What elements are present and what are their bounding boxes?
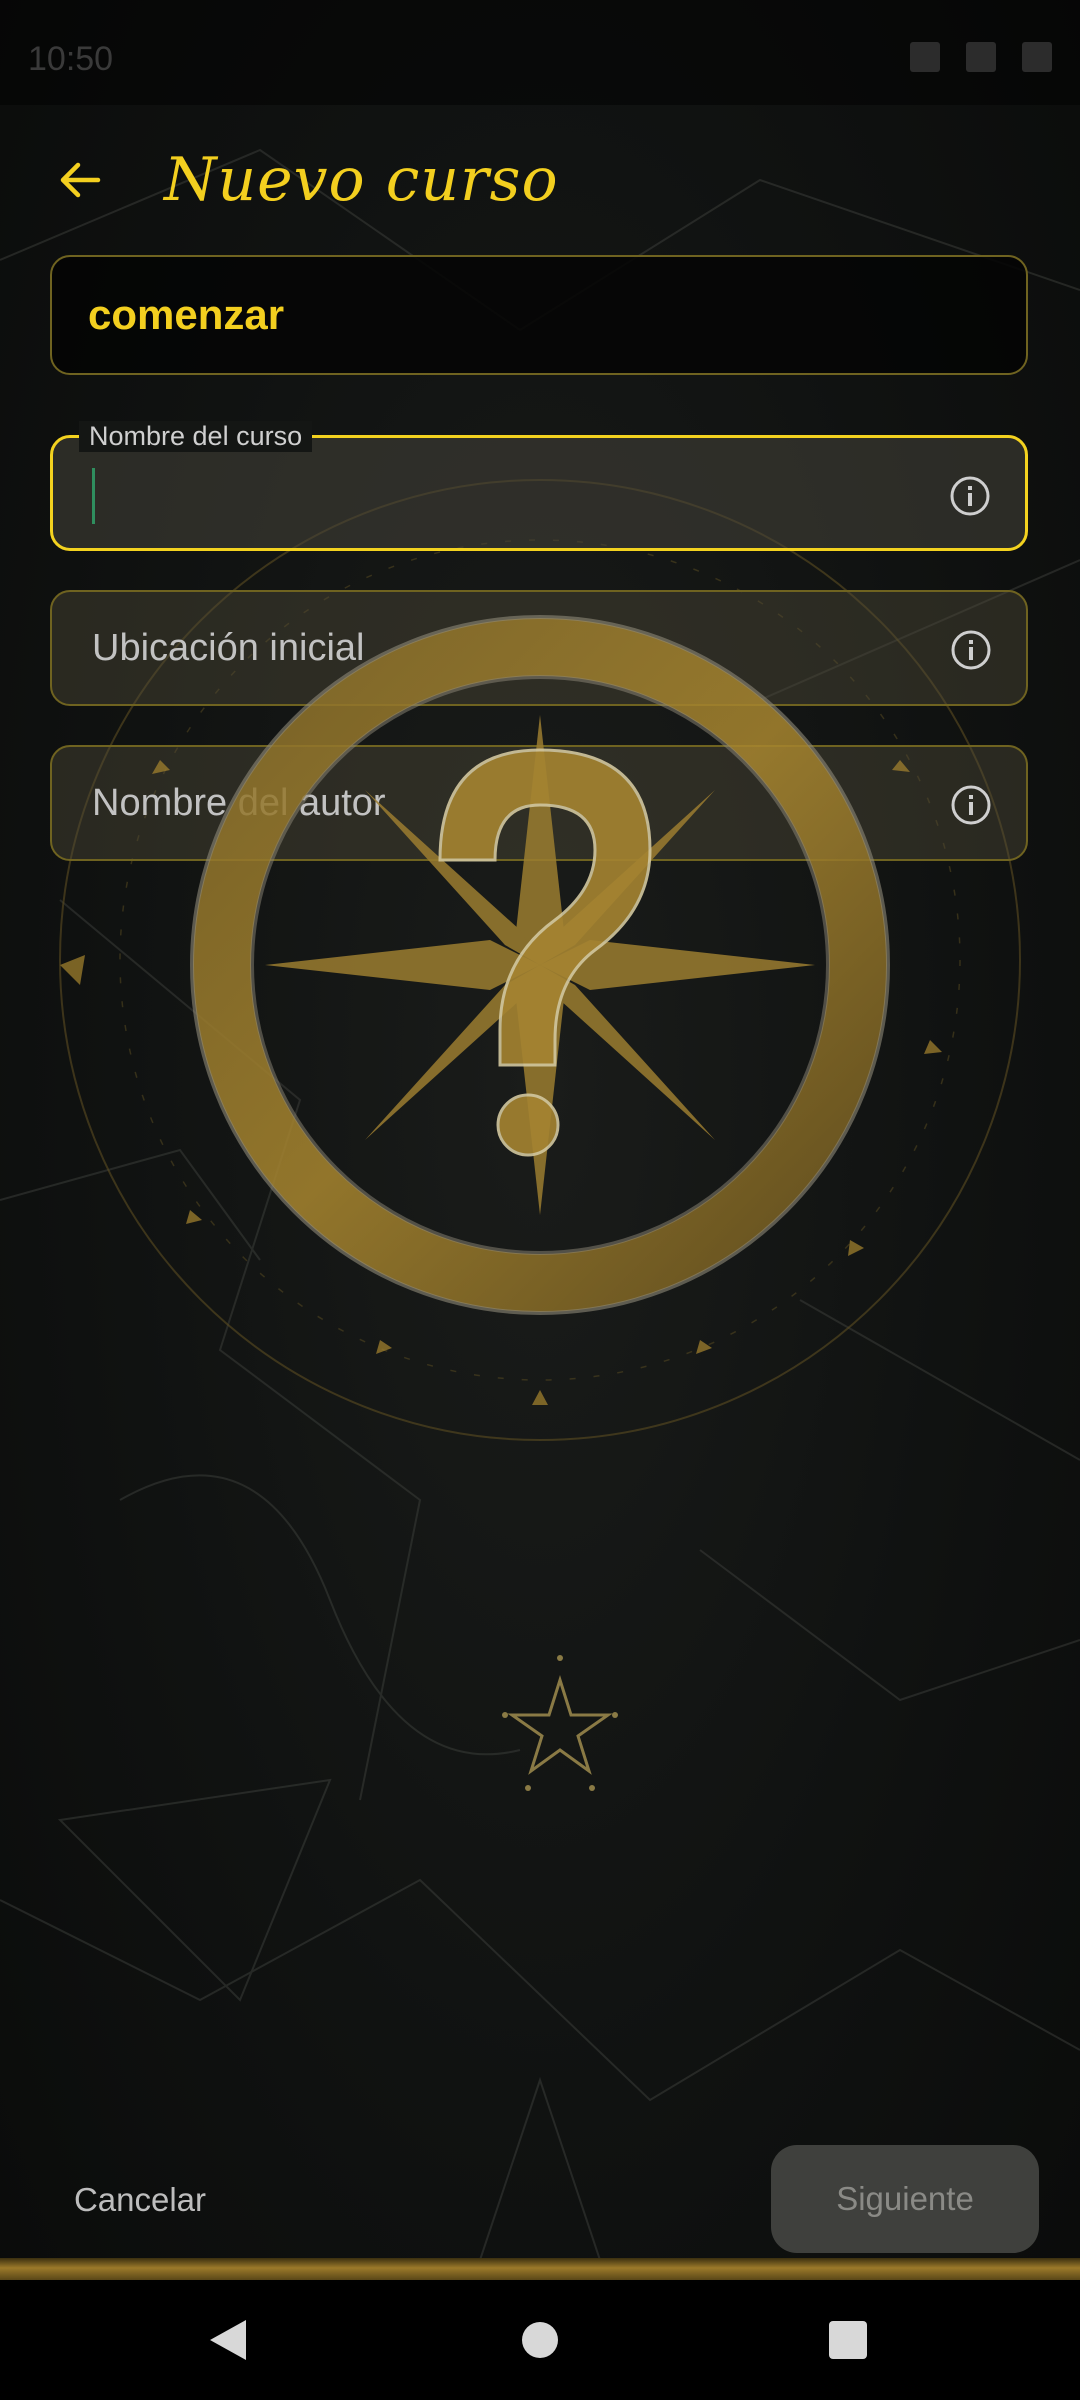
arrow-left-icon [60,162,101,198]
nav-recents-icon[interactable] [818,2310,878,2370]
back-button[interactable] [40,140,120,220]
app-header: Nuevo curso [40,140,559,220]
wifi-icon [966,42,996,72]
nav-home-icon[interactable] [510,2310,570,2370]
start-banner-text: comenzar [88,291,285,338]
status-time: 10:50 [28,40,114,78]
page-title: Nuevo curso [164,145,559,215]
compass-question-emblem [60,615,942,1405]
cancel-button[interactable]: Cancelar [40,2160,240,2240]
battery-icon [1022,42,1052,72]
status-bar: 10:50 [0,0,1080,105]
decorative-gold-bar [0,2258,1080,2280]
start-banner: comenzar [50,255,1028,375]
star-icon [502,1655,618,1791]
next-button[interactable]: Siguiente [771,2145,1039,2253]
system-nav-bar [0,2280,1080,2400]
nav-back-icon[interactable] [198,2310,258,2370]
status-icons [910,42,1052,72]
signal-icon [910,42,940,72]
